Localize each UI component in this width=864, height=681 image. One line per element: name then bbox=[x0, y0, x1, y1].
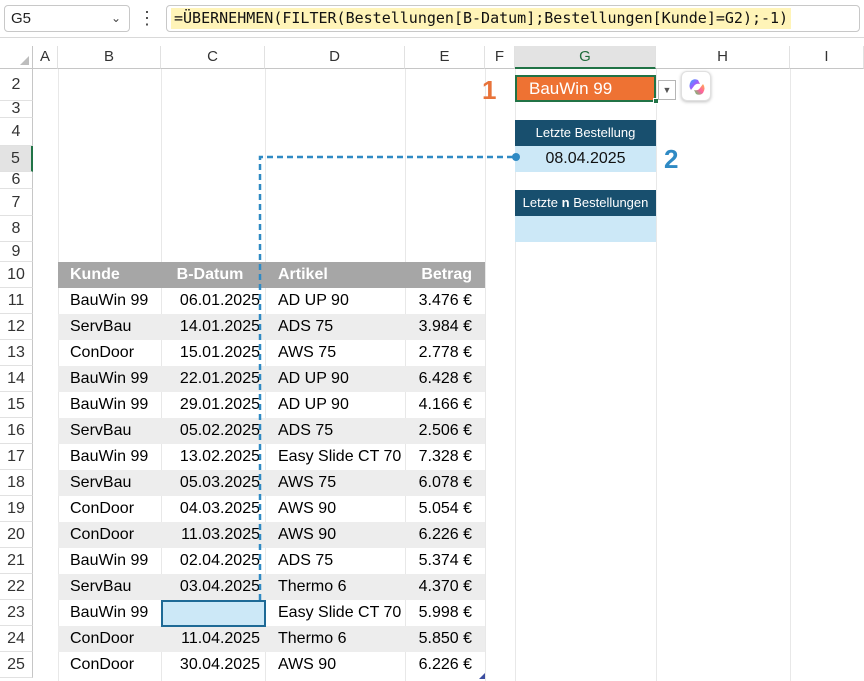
connector-dot bbox=[512, 153, 520, 161]
connector-line bbox=[258, 155, 515, 600]
connector-overlay bbox=[258, 153, 520, 600]
